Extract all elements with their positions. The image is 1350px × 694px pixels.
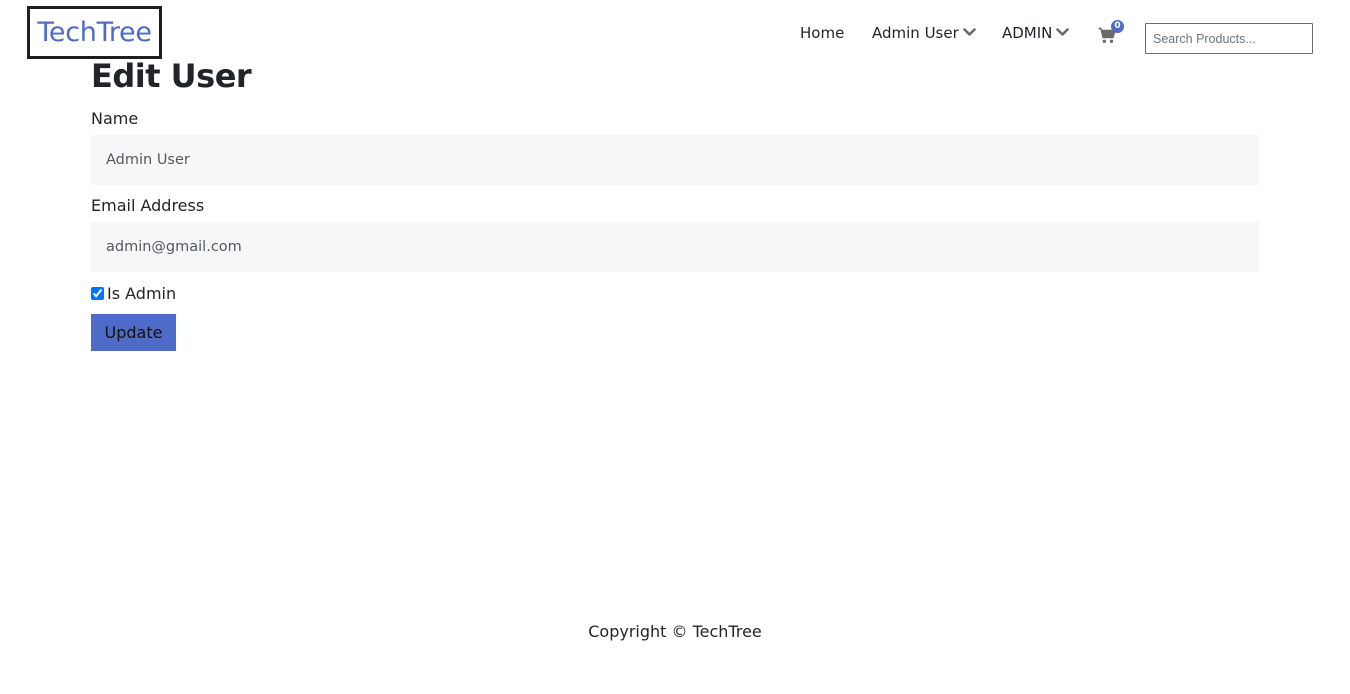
chevron-down-icon bbox=[1056, 23, 1070, 41]
chevron-down-icon bbox=[962, 23, 976, 41]
name-label: Name bbox=[91, 109, 139, 128]
email-field[interactable] bbox=[91, 222, 1259, 272]
search-input[interactable] bbox=[1145, 23, 1313, 54]
user-menu-dropdown[interactable]: Admin User bbox=[872, 21, 976, 45]
nav-home-label: Home bbox=[800, 24, 845, 42]
cart-count-badge: 0 bbox=[1111, 20, 1124, 33]
is-admin-row: Is Admin bbox=[91, 283, 176, 303]
admin-menu-dropdown[interactable]: ADMIN bbox=[1002, 21, 1070, 45]
nav-home-link[interactable]: Home bbox=[800, 21, 844, 45]
name-field[interactable] bbox=[91, 135, 1259, 185]
admin-menu-label: ADMIN bbox=[1002, 24, 1053, 42]
email-label: Email Address bbox=[91, 196, 205, 215]
page-title: Edit User bbox=[91, 57, 252, 95]
user-menu-label: Admin User bbox=[872, 24, 959, 42]
footer-copyright: Copyright © TechTree bbox=[588, 622, 762, 641]
update-button[interactable]: Update bbox=[91, 314, 176, 351]
is-admin-checkbox[interactable] bbox=[91, 286, 104, 300]
page: TechTree Home Admin User ADMIN 0 Edit Us… bbox=[0, 0, 1350, 694]
is-admin-label: Is Admin bbox=[107, 283, 177, 303]
brand-logo[interactable]: TechTree bbox=[27, 6, 162, 59]
